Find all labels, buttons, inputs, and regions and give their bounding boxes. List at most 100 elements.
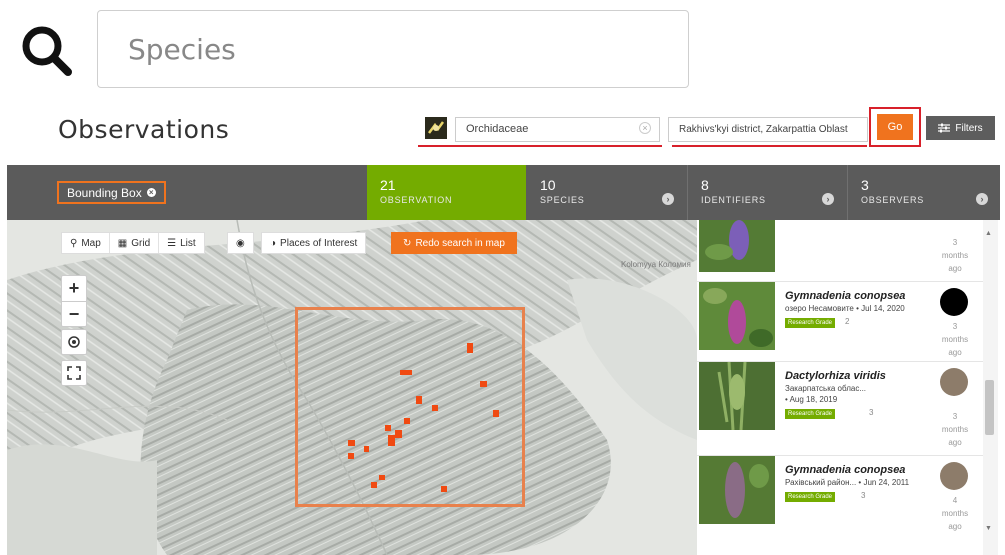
map-city-label: Kolomyya Коломия <box>621 260 691 269</box>
identification-count: 3 <box>869 408 874 417</box>
observation-marker[interactable] <box>379 475 385 480</box>
tab-species[interactable]: 10 SPECIES › <box>527 165 686 220</box>
taxon-value: Orchidaceae <box>466 123 529 135</box>
observation-marker[interactable] <box>467 343 473 353</box>
arrow-right-icon: › <box>822 193 834 205</box>
arrow-right-icon: › <box>662 193 674 205</box>
observation-name[interactable]: Gymnadenia conopsea <box>785 290 905 302</box>
list-item[interactable]: Dactylorhiza viridis Закарпатська облас.… <box>697 362 989 456</box>
redo-search-button[interactable]: ↻ Redo search in map <box>391 232 517 254</box>
places-of-interest-label: Places of Interest <box>280 237 358 249</box>
species-count: 10 <box>540 177 556 193</box>
observation-meta: озеро Несамовите • Jul 14, 2020 <box>785 304 905 313</box>
species-label: SPECIES <box>540 195 585 205</box>
refresh-icon: ↻ <box>403 237 412 249</box>
observers-label: OBSERVERS <box>861 195 925 205</box>
observation-marker[interactable] <box>385 425 391 431</box>
observation-marker[interactable] <box>388 435 395 446</box>
fullscreen-button[interactable] <box>61 360 87 386</box>
taxon-thumbnail <box>425 117 447 139</box>
observation-age: 3 months ago <box>941 238 969 273</box>
observation-marker[interactable] <box>400 370 412 375</box>
avatar[interactable] <box>940 368 968 396</box>
filters-button[interactable]: Filters <box>926 116 995 140</box>
list-item[interactable]: Gymnadenia conopsea озеро Несамовите • J… <box>697 282 989 362</box>
species-search-box[interactable] <box>97 10 689 88</box>
observation-place: озеро Несамовите <box>785 304 854 313</box>
observation-marker[interactable] <box>432 405 438 411</box>
observation-name[interactable]: Gymnadenia conopsea <box>785 464 905 476</box>
map-view-toolbar: ⚲ Map ▦ Grid ☰ List <box>61 232 205 254</box>
tab-identifiers[interactable]: 8 IDENTIFIERS › <box>687 165 846 220</box>
map-view[interactable]: ⚲ Map ▦ Grid ☰ List ◉ ◑ Places of Interest ↻… <box>7 220 697 555</box>
identification-count: 3 <box>861 491 866 500</box>
layers-icon: ◉ <box>236 237 245 249</box>
observation-photo[interactable] <box>699 456 775 524</box>
list-scrollbar-thumb[interactable] <box>985 380 994 435</box>
arrow-right-icon: › <box>976 193 988 205</box>
place-field[interactable]: Rakhivs'kyi district, Zakarpattia Oblast <box>668 117 868 142</box>
zoom-in-button[interactable]: + <box>62 276 86 302</box>
observation-marker[interactable] <box>371 482 377 488</box>
observation-meta: Рахівський район... • Jun 24, 2011 <box>785 478 910 487</box>
fullscreen-icon <box>67 366 81 380</box>
remove-bounding-box-icon[interactable]: × <box>146 188 156 197</box>
place-value: Rakhivs'kyi district, Zakarpattia Oblast <box>679 124 848 135</box>
tab-observers[interactable]: 3 OBSERVERS › <box>847 165 1000 220</box>
bounding-box-chip[interactable]: Bounding Box × <box>57 181 166 204</box>
identifiers-label: IDENTIFIERS <box>701 195 766 205</box>
taxon-field[interactable]: Orchidaceae × <box>455 117 660 142</box>
bounding-box-rectangle <box>295 307 525 507</box>
map-pin-icon: ⚲ <box>70 237 78 249</box>
observation-marker[interactable] <box>348 453 354 459</box>
list-item[interactable]: Gymnadenia conopsea Рахівський район... … <box>697 456 989 555</box>
observation-photo[interactable] <box>699 220 775 272</box>
observation-date-row: • Aug 18, 2019 <box>785 395 838 404</box>
research-grade-badge: Research Grade <box>785 318 836 328</box>
list-mode-button[interactable]: ☰ List <box>159 233 204 253</box>
list-item[interactable]: 3 months ago <box>697 220 989 282</box>
grid-mode-button[interactable]: ▦ Grid <box>110 233 160 253</box>
observation-photo[interactable] <box>699 282 775 350</box>
species-search-input[interactable] <box>98 11 688 87</box>
observation-marker[interactable] <box>493 410 499 417</box>
places-of-interest-button[interactable]: ◑ Places of Interest <box>261 232 367 254</box>
scroll-up-icon[interactable]: ▲ <box>985 230 992 237</box>
layers-button[interactable]: ◉ <box>227 232 254 254</box>
page-title: Observations <box>58 115 230 144</box>
observations-label: OBSERVATION <box>380 195 453 205</box>
observation-marker[interactable] <box>348 440 355 446</box>
observation-age: 3 months ago <box>941 412 969 447</box>
places-of-interest-content: ◑ Places of Interest <box>262 233 365 253</box>
identification-count: 2 <box>845 317 850 326</box>
locate-button[interactable] <box>61 329 87 355</box>
list-mode-label: List <box>180 237 196 249</box>
observation-marker[interactable] <box>416 396 422 404</box>
taxon-highlight-underline <box>418 145 662 147</box>
observation-list: 3 months ago Gymnadenia conopsea озеро Н… <box>697 220 1000 555</box>
avatar[interactable] <box>940 462 968 490</box>
zoom-control: + − <box>61 275 87 327</box>
observation-marker[interactable] <box>441 486 447 492</box>
observation-photo[interactable] <box>699 362 775 430</box>
observation-marker[interactable] <box>404 418 410 424</box>
go-button[interactable]: Go <box>877 114 913 140</box>
avatar[interactable] <box>940 288 968 316</box>
observation-age: 4 months ago <box>941 496 969 531</box>
observation-marker[interactable] <box>480 381 487 387</box>
map-mode-button[interactable]: ⚲ Map <box>62 233 110 253</box>
zoom-out-button[interactable]: − <box>62 302 86 328</box>
tab-observations[interactable]: 21 OBSERVATION <box>367 165 526 220</box>
identifiers-count: 8 <box>701 177 709 193</box>
filters-label: Filters <box>955 122 983 134</box>
observation-marker[interactable] <box>395 430 402 438</box>
scroll-down-icon[interactable]: ▼ <box>985 525 992 532</box>
grid-icon: ▦ <box>117 237 128 249</box>
observation-marker[interactable] <box>364 446 369 452</box>
locate-icon <box>68 336 80 348</box>
clear-taxon-icon[interactable]: × <box>639 122 651 134</box>
sliders-icon <box>938 123 951 133</box>
grid-mode-label: Grid <box>131 237 151 249</box>
observation-name[interactable]: Dactylorhiza viridis <box>785 370 886 382</box>
observation-place: Закарпатська облас... <box>785 384 867 393</box>
